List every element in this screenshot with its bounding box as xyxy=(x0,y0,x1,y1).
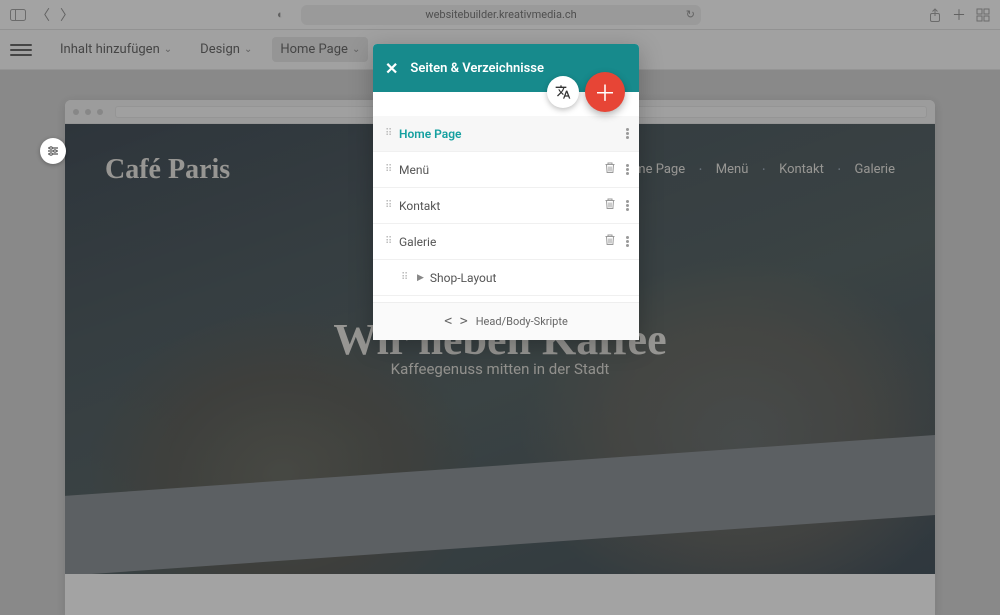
pages-popover: ✕ Seiten & Verzeichnisse ＋ ⠿ Home Page ⠿… xyxy=(373,44,639,340)
drag-handle-icon[interactable]: ⠿ xyxy=(385,200,399,211)
drag-handle-icon[interactable]: ⠿ xyxy=(385,128,399,139)
popover-title: Seiten & Verzeichnisse xyxy=(410,61,544,76)
page-label: Menü xyxy=(399,163,604,177)
kebab-menu-icon[interactable] xyxy=(626,128,629,139)
delete-icon[interactable] xyxy=(604,197,616,214)
footer-label: Head/Body-Skripte xyxy=(476,315,568,328)
page-label: Home Page xyxy=(399,127,626,141)
settings-badge[interactable] xyxy=(40,138,66,164)
page-item-kontakt[interactable]: ⠿ Kontakt xyxy=(373,188,639,224)
kebab-menu-icon[interactable] xyxy=(626,164,629,175)
drag-handle-icon[interactable]: ⠿ xyxy=(401,272,415,283)
drag-handle-icon[interactable]: ⠿ xyxy=(385,236,399,247)
page-label: Kontakt xyxy=(399,199,604,213)
kebab-menu-icon[interactable] xyxy=(626,200,629,211)
page-item-shop-layout[interactable]: ⠿ ▶ Shop-Layout xyxy=(373,260,639,296)
pages-list: ⠿ Home Page ⠿ Menü ⠿ Kontakt xyxy=(373,92,639,302)
page-label: Shop-Layout xyxy=(430,271,629,285)
page-item-galerie[interactable]: ⠿ Galerie xyxy=(373,224,639,260)
drag-handle-icon[interactable]: ⠿ xyxy=(385,164,399,175)
close-icon[interactable]: ✕ xyxy=(385,59,398,78)
popover-footer[interactable]: < > Head/Body-Skripte xyxy=(373,302,639,340)
delete-icon[interactable] xyxy=(604,233,616,250)
popover-header: ✕ Seiten & Verzeichnisse ＋ xyxy=(373,44,639,92)
page-label: Galerie xyxy=(399,235,604,249)
delete-icon[interactable] xyxy=(604,161,616,178)
add-page-button[interactable]: ＋ xyxy=(585,72,625,112)
code-icon: < > xyxy=(444,314,467,329)
expand-arrow-icon[interactable]: ▶ xyxy=(417,273,424,283)
page-item-menu[interactable]: ⠿ Menü xyxy=(373,152,639,188)
page-item-home[interactable]: ⠿ Home Page xyxy=(373,116,639,152)
translate-button[interactable] xyxy=(547,76,579,108)
kebab-menu-icon[interactable] xyxy=(626,236,629,247)
